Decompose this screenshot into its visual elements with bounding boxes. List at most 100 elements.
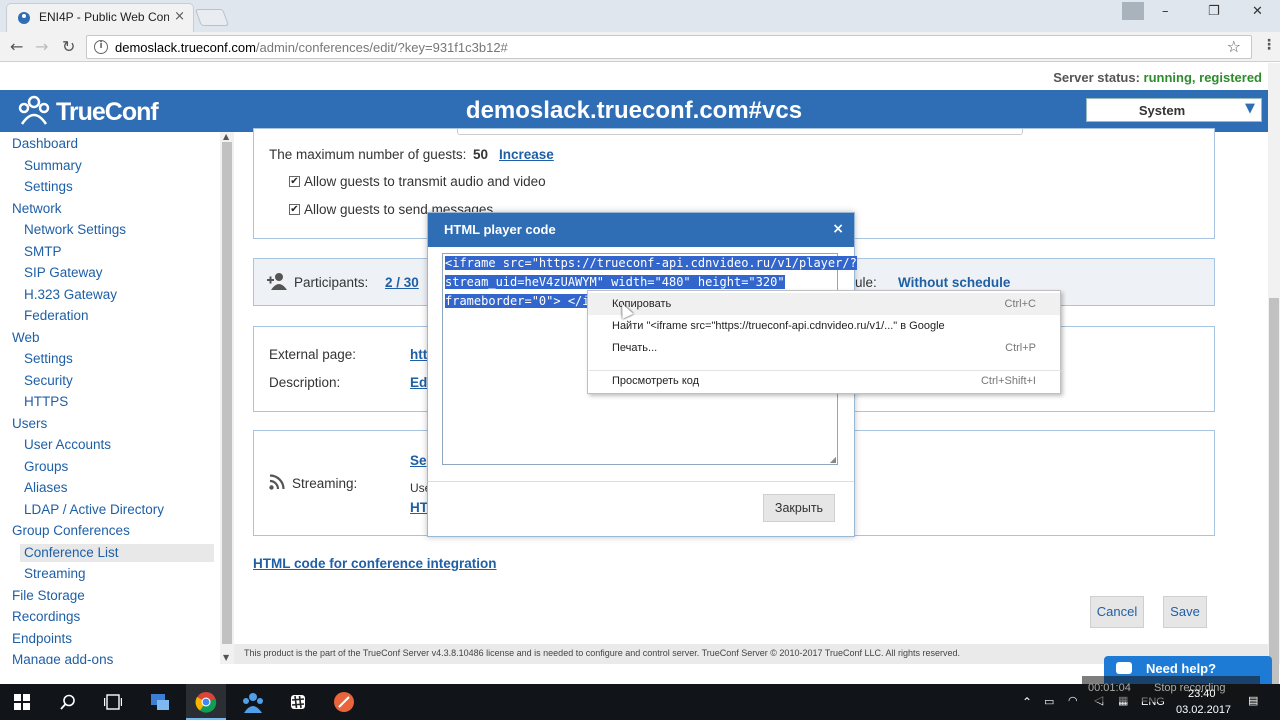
- need-help-label: Need help?: [1146, 661, 1217, 676]
- slack-icon[interactable]: [288, 692, 308, 712]
- allow-messages-checkbox[interactable]: ✔: [289, 204, 300, 215]
- page-scroll-thumb[interactable]: [1269, 298, 1279, 688]
- sidebar-item-ldap-active-directory[interactable]: LDAP / Active Directory: [24, 502, 164, 517]
- url-input[interactable]: i demoslack.trueconf.com/admin/conferenc…: [86, 35, 1252, 59]
- save-button[interactable]: Save: [1163, 596, 1207, 628]
- participants-count-link[interactable]: 2 / 30: [385, 275, 419, 290]
- sidebar-item-groups[interactable]: Groups: [24, 459, 68, 474]
- sidebar-item-manage-add-ons[interactable]: Manage add-ons: [12, 652, 113, 664]
- tab-title: ENI4P - Public Web Conf: [39, 10, 169, 24]
- field-edge: [457, 129, 1023, 135]
- chrome-icon[interactable]: [195, 691, 217, 713]
- sidebar-item-federation[interactable]: Federation: [24, 308, 89, 323]
- dialog-title: HTML player code: [444, 222, 556, 237]
- sidebar-item-users[interactable]: Users: [12, 416, 47, 431]
- context-menu-item-inspect[interactable]: Просмотреть код Ctrl+Shift+I: [588, 370, 1060, 392]
- scroll-down-icon[interactable]: ▼: [223, 653, 229, 662]
- sidebar-item-security[interactable]: Security: [24, 373, 73, 388]
- menu-item-shortcut: Ctrl+Shift+I: [980, 375, 1036, 387]
- new-tab-button[interactable]: [194, 9, 230, 26]
- reload-icon[interactable]: ↻: [62, 37, 75, 56]
- sidebar-item-recordings[interactable]: Recordings: [12, 609, 80, 624]
- increase-link[interactable]: Increase: [499, 147, 554, 162]
- sidebar-item-settings[interactable]: Settings: [24, 351, 73, 366]
- sidebar-item-web[interactable]: Web: [12, 330, 40, 345]
- scroll-up-icon[interactable]: ▲: [223, 132, 229, 141]
- sidebar-item-group-conferences[interactable]: Group Conferences: [12, 523, 130, 538]
- browser-tab[interactable]: ENI4P - Public Web Conf ×: [6, 3, 194, 32]
- network-app-icon[interactable]: [149, 692, 171, 712]
- wifi-icon[interactable]: ◠: [1068, 694, 1078, 707]
- battery-icon[interactable]: ▭: [1044, 695, 1054, 708]
- menu-item-shortcut: Ctrl+P: [1005, 342, 1036, 354]
- trueconf-favicon-icon: [18, 12, 30, 24]
- sidebar-item-h-323-gateway[interactable]: H.323 Gateway: [24, 287, 117, 302]
- chevron-down-icon: ▼: [1245, 101, 1255, 116]
- recording-overlay[interactable]: 00:01:04 Stop recording: [1082, 676, 1260, 702]
- media-app-icon[interactable]: [333, 691, 355, 713]
- sidebar-scrollbar[interactable]: ▲ ▼: [220, 132, 234, 664]
- max-guests-value: 50: [473, 147, 489, 162]
- maximize-icon[interactable]: ❐: [1208, 4, 1220, 19]
- allow-av-checkbox[interactable]: ✔: [289, 176, 300, 187]
- trueconf-app-icon[interactable]: [241, 691, 265, 713]
- system-select-value: System: [1138, 103, 1186, 118]
- search-icon[interactable]: [60, 694, 76, 710]
- sidebar-item-network[interactable]: Network: [12, 201, 62, 216]
- clock-time[interactable]: 23:40: [1188, 688, 1216, 700]
- context-menu-item-search-google[interactable]: Найти "<iframe src="https://trueconf-api…: [588, 315, 1060, 337]
- sidebar-item-summary[interactable]: Summary: [24, 158, 82, 173]
- tray-expand-icon[interactable]: ⌃: [1022, 695, 1032, 709]
- context-menu-item-print[interactable]: Печать... Ctrl+P: [588, 337, 1060, 359]
- page-scrollbar[interactable]: [1268, 63, 1280, 688]
- external-page-link[interactable]: htt: [410, 347, 427, 362]
- cancel-button[interactable]: Cancel: [1090, 596, 1144, 628]
- window-close-icon[interactable]: ✕: [1252, 4, 1263, 19]
- minimize-icon[interactable]: –: [1162, 4, 1169, 19]
- sidebar-item-sip-gateway[interactable]: SIP Gateway: [24, 265, 103, 280]
- forward-arrow-icon[interactable]: →: [35, 37, 48, 56]
- sidebar-item-network-settings[interactable]: Network Settings: [24, 222, 126, 237]
- schedule-link[interactable]: Without schedule: [898, 275, 1010, 290]
- windows-start-icon[interactable]: [14, 694, 30, 710]
- sidebar-item-user-accounts[interactable]: User Accounts: [24, 437, 111, 452]
- star-icon[interactable]: ☆: [1227, 37, 1241, 56]
- external-page-label: External page:: [269, 347, 357, 362]
- schedule-label: ule:: [855, 275, 877, 290]
- context-menu: Копировать Ctrl+C Найти "<iframe src="ht…: [587, 290, 1061, 394]
- profile-icon[interactable]: [1122, 2, 1144, 20]
- sidebar-item-settings[interactable]: Settings: [24, 179, 73, 194]
- code-line: <iframe src="https://trueconf-api.cdnvid…: [445, 256, 857, 270]
- sidebar-item-file-storage[interactable]: File Storage: [12, 588, 85, 603]
- back-arrow-icon[interactable]: ←: [10, 37, 23, 56]
- resize-handle-icon[interactable]: ◢: [830, 455, 836, 464]
- dialog-close-button[interactable]: Закрыть: [763, 494, 835, 522]
- context-menu-item-copy[interactable]: Копировать Ctrl+C: [588, 293, 1060, 315]
- sidebar-scroll-thumb[interactable]: [222, 142, 232, 644]
- task-view-icon[interactable]: [104, 694, 122, 710]
- streaming-settings-link[interactable]: Se: [410, 453, 427, 468]
- menu-icon[interactable]: ⋮: [1262, 37, 1276, 53]
- notifications-icon[interactable]: ▤: [1248, 694, 1258, 707]
- streaming-html-link[interactable]: HT: [410, 500, 428, 515]
- sidebar-item-smtp[interactable]: SMTP: [24, 244, 62, 259]
- sidebar-item-https[interactable]: HTTPS: [24, 394, 68, 409]
- dialog-close-icon[interactable]: ×: [832, 221, 844, 237]
- streaming-label: Streaming:: [292, 476, 358, 491]
- recording-time: 00:01:04: [1088, 682, 1131, 694]
- sidebar-item-streaming[interactable]: Streaming: [24, 566, 86, 581]
- html-integration-link[interactable]: HTML code for conference integration: [253, 556, 497, 571]
- clock-date[interactable]: 03.02.2017: [1176, 704, 1231, 716]
- rss-icon: [269, 474, 285, 490]
- description-edit-link[interactable]: Ed: [410, 375, 427, 390]
- sidebar-item-aliases[interactable]: Aliases: [24, 480, 68, 495]
- sidebar-item-endpoints[interactable]: Endpoints: [12, 631, 72, 646]
- system-select[interactable]: System ▼: [1086, 98, 1262, 122]
- sidebar-item-conference-list[interactable]: Conference List: [24, 545, 119, 560]
- description-label: Description:: [269, 375, 341, 390]
- tab-close-icon[interactable]: ×: [174, 9, 185, 24]
- info-icon[interactable]: i: [94, 40, 108, 54]
- address-bar-row: ← → ↻ i demoslack.trueconf.com/admin/con…: [0, 32, 1280, 62]
- sidebar-item-dashboard[interactable]: Dashboard: [12, 136, 78, 151]
- windows-taskbar: ⌃ ▭ ◠ ◁ ▦ ENG 00:01:04 Stop recording 23…: [0, 676, 1280, 720]
